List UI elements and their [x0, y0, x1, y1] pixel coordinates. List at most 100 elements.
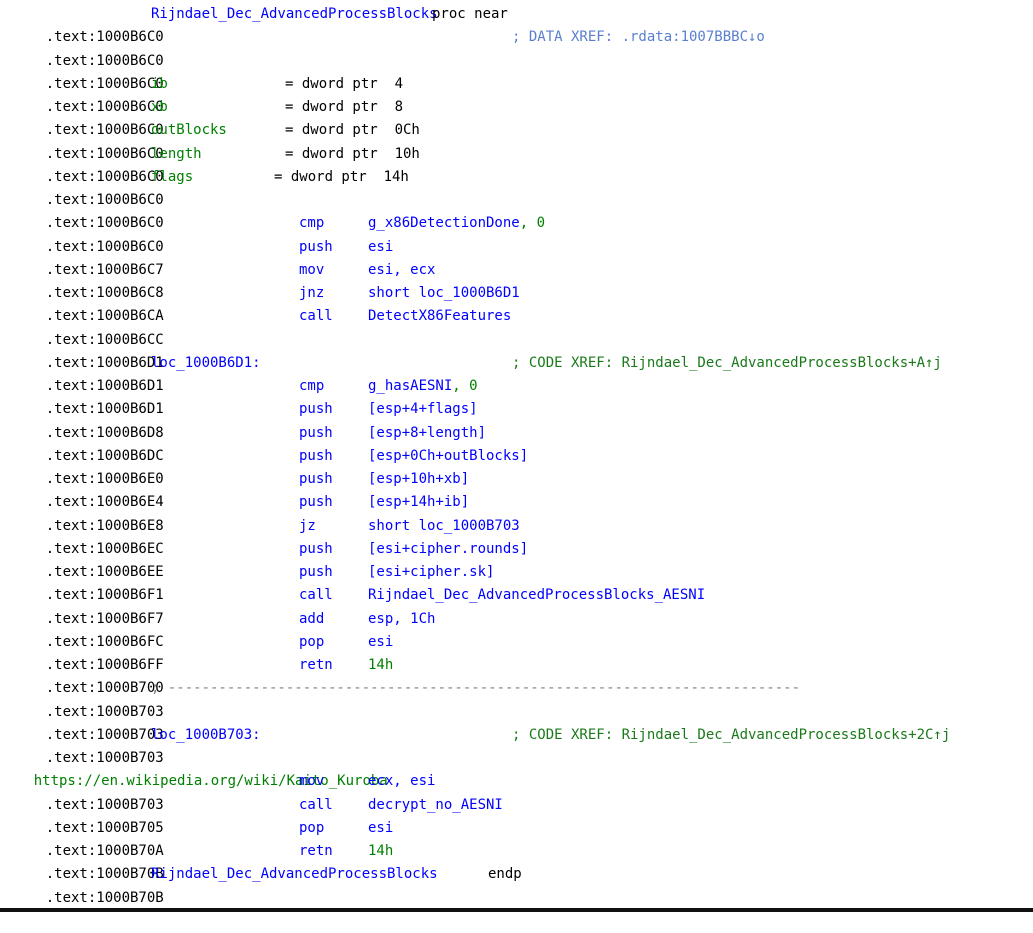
mnemonic: push [299, 238, 333, 255]
mnemonic: jz [299, 517, 316, 534]
disassembly-listing: .text:1000B6C0 Rijndael_Dec_AdvancedProce… [12, 3, 1022, 906]
address: .text:1000B70B [45, 889, 164, 906]
stack-var-def: = dword ptr 10h [285, 145, 420, 162]
mnemonic: push [299, 401, 333, 418]
mnemonic: retn [299, 657, 333, 673]
listing-line[interactable]: .text:1000B6C0; DATA XREF: .rdata:1007BB… [12, 26, 1022, 68]
listing-line[interactable]: .text:1000B6E0 push [esp+0Ch+outBlocks] [12, 445, 1022, 487]
mnemonic: call [299, 796, 333, 813]
listing-line[interactable]: .text:1000B6E8 push [esp+14h+ib] [12, 491, 1022, 533]
code-label[interactable]: loc_1000B6D1: [151, 352, 261, 375]
stack-var-name[interactable]: length [151, 143, 202, 166]
listing-line[interactable]: .text:1000B6C0 Rijndael_Dec_AdvancedProce… [12, 3, 1022, 45]
operand-symbol[interactable]: g_hasAESNI [368, 378, 452, 394]
operands: [esp+10h+xb] [368, 471, 470, 487]
listing-line[interactable]: .text:1000B703 loc_1000B703:; CODE XREF: … [12, 724, 1022, 766]
operands: g_x86DetectionDone, 0 [368, 212, 545, 235]
operands: esi [368, 238, 394, 255]
jump-target[interactable]: short loc_1000B703 [368, 515, 520, 538]
mnemonic: call [299, 587, 333, 604]
mnemonic: pop [299, 633, 325, 650]
listing-line[interactable]: .text:1000B70B retn 14h [12, 840, 1022, 882]
xref-comment[interactable]: ; CODE XREF: Rijndael_Dec_AdvancedProces… [512, 352, 942, 375]
listing-line[interactable]: .text:1000B6D1 [12, 329, 1022, 371]
listing-line[interactable]: .text:1000B6EC jz short loc_1000B703 [12, 515, 1022, 557]
horizontal-scrollbar[interactable] [0, 908, 1033, 912]
mnemonic: jnz [299, 285, 325, 301]
listing-line[interactable]: https://en.wikipedia.org/wiki/Kaito_Kuro… [0, 747, 1022, 789]
stack-var-def: = dword ptr 8 [285, 99, 404, 115]
stack-var-name[interactable]: outBlocks [151, 119, 227, 142]
listing-line[interactable]: .text:1000B700 retn 14h [12, 654, 1022, 696]
operands: 14h [368, 843, 394, 859]
mnemonic: call [299, 308, 333, 325]
operand-immediate: , 0 [519, 215, 546, 232]
listing-line[interactable]: .text:1000B6D1 loc_1000B6D1:; CODE XREF: … [12, 352, 1022, 394]
stack-var-name[interactable]: flags [151, 166, 193, 189]
listing-line[interactable]: .text:1000B6FF pop esi [12, 631, 1022, 673]
listing-line[interactable]: .text:1000B6C0 [12, 50, 1022, 92]
operands: [esp+14h+ib] [368, 494, 470, 511]
listing-line[interactable]: .text:1000B6C0 [12, 189, 1022, 231]
operands: [esi+cipher.sk] [368, 564, 495, 580]
xref-comment[interactable]: ; DATA XREF: .rdata:1007BBBC↓o [512, 26, 765, 49]
proc-name[interactable]: Rijndael_Dec_AdvancedProcessBlocks [151, 3, 438, 26]
listing-line[interactable]: .text:1000B703 mov ecx, esi [12, 770, 1022, 812]
operands: g_hasAESNI, 0 [368, 375, 478, 398]
mnemonic: push [299, 447, 333, 464]
listing-line[interactable]: .text:1000B6C7 push esi [12, 236, 1022, 278]
listing-line[interactable]: .text:1000B70A pop esi [12, 817, 1022, 859]
call-target[interactable]: decrypt_no_AESNI [368, 794, 503, 817]
operand-symbol[interactable]: g_x86DetectionDone [368, 215, 520, 231]
mnemonic: cmp [299, 378, 325, 394]
call-target[interactable]: Rijndael_Dec_AdvancedProcessBlocks_AESNI [368, 584, 705, 607]
listing-line[interactable]: .text:1000B6FC add esp, 1Ch [12, 608, 1022, 650]
listing-line[interactable]: .text:1000B6EE push [esi+cipher.rounds] [12, 538, 1022, 580]
mnemonic: mov [299, 773, 325, 790]
operand-immediate: , 0 [452, 378, 478, 394]
operands: [esi+cipher.rounds] [368, 540, 529, 557]
listing-line[interactable]: .text:1000B6E4 push [esp+10h+xb] [12, 468, 1022, 510]
stack-var-def: = dword ptr 0Ch [285, 122, 420, 139]
xref-comment[interactable]: ; CODE XREF: Rijndael_Dec_AdvancedProces… [512, 724, 950, 747]
proc-keyword: proc near [432, 6, 508, 22]
listing-line[interactable]: .text:1000B6F7 call Rijndael_Dec_AdvancedP… [12, 584, 1022, 626]
operands: esi, ecx [368, 261, 436, 278]
listing-line[interactable]: .text:1000B70B Rijndael_Dec_AdvancedProce… [12, 863, 1022, 905]
listing-line[interactable]: .text:1000B6C0 length = dword ptr 10h [12, 143, 1022, 185]
operands: [esp+4+flags] [368, 401, 478, 418]
listing-line[interactable]: .text:1000B703 [12, 701, 1022, 743]
operands: ecx, esi [368, 773, 436, 790]
listing-line[interactable]: .text:1000B6CA jnz short loc_1000B6D1 [12, 282, 1022, 324]
stack-var-name[interactable]: ib [151, 73, 168, 96]
listing-line[interactable]: .text:1000B6C0 ib = dword ptr 4 [12, 73, 1022, 115]
proc-name[interactable]: Rijndael_Dec_AdvancedProcessBlocks [151, 863, 438, 886]
call-target[interactable]: DetectX86Features [368, 305, 511, 328]
listing-line[interactable]: .text:1000B6F1 push [esi+cipher.sk] [12, 561, 1022, 603]
jump-target[interactable]: short loc_1000B6D1 [368, 282, 520, 305]
stack-var-def: = dword ptr 4 [285, 75, 404, 92]
mnemonic: mov [299, 261, 325, 278]
operands: 14h [368, 657, 394, 673]
listing-line[interactable]: .text:1000B6C0 outBlocks = dword ptr 0Ch [12, 119, 1022, 161]
mnemonic: add [299, 610, 325, 627]
mnemonic: push [299, 494, 333, 511]
stack-var-name[interactable]: xb [151, 96, 168, 119]
operands: esi [368, 819, 394, 836]
listing-line[interactable]: .text:1000B703; ------------------------… [12, 677, 1022, 719]
listing-line[interactable]: .text:1000B6C8 mov esi, ecx [12, 259, 1022, 301]
code-label[interactable]: loc_1000B703: [151, 724, 261, 747]
listing-line[interactable]: .text:1000B6CC call DetectX86Features [12, 305, 1022, 347]
proc-keyword: endp [488, 866, 522, 883]
listing-line[interactable]: .text:1000B6DC push [esp+8+length] [12, 422, 1022, 464]
listing-line[interactable]: .text:1000B6C0 cmp g_x86DetectionDone, 0 [12, 212, 1022, 254]
listing-line[interactable]: .text:1000B705 call decrypt_no_AESNI [12, 794, 1022, 836]
mnemonic: push [299, 424, 333, 441]
separator-line: ; --------------------------------------… [151, 680, 801, 697]
listing-line[interactable]: .text:1000B6C0 flags = dword ptr 14h [12, 166, 1022, 208]
listing-line[interactable]: .text:1000B6C0 xb = dword ptr 8 [12, 96, 1022, 138]
listing-line[interactable]: .text:1000B6D8 push [esp+4+flags] [12, 398, 1022, 440]
mnemonic: pop [299, 819, 325, 836]
mnemonic: retn [299, 843, 333, 859]
listing-line[interactable]: .text:1000B6D1 cmp g_hasAESNI, 0 [12, 375, 1022, 417]
